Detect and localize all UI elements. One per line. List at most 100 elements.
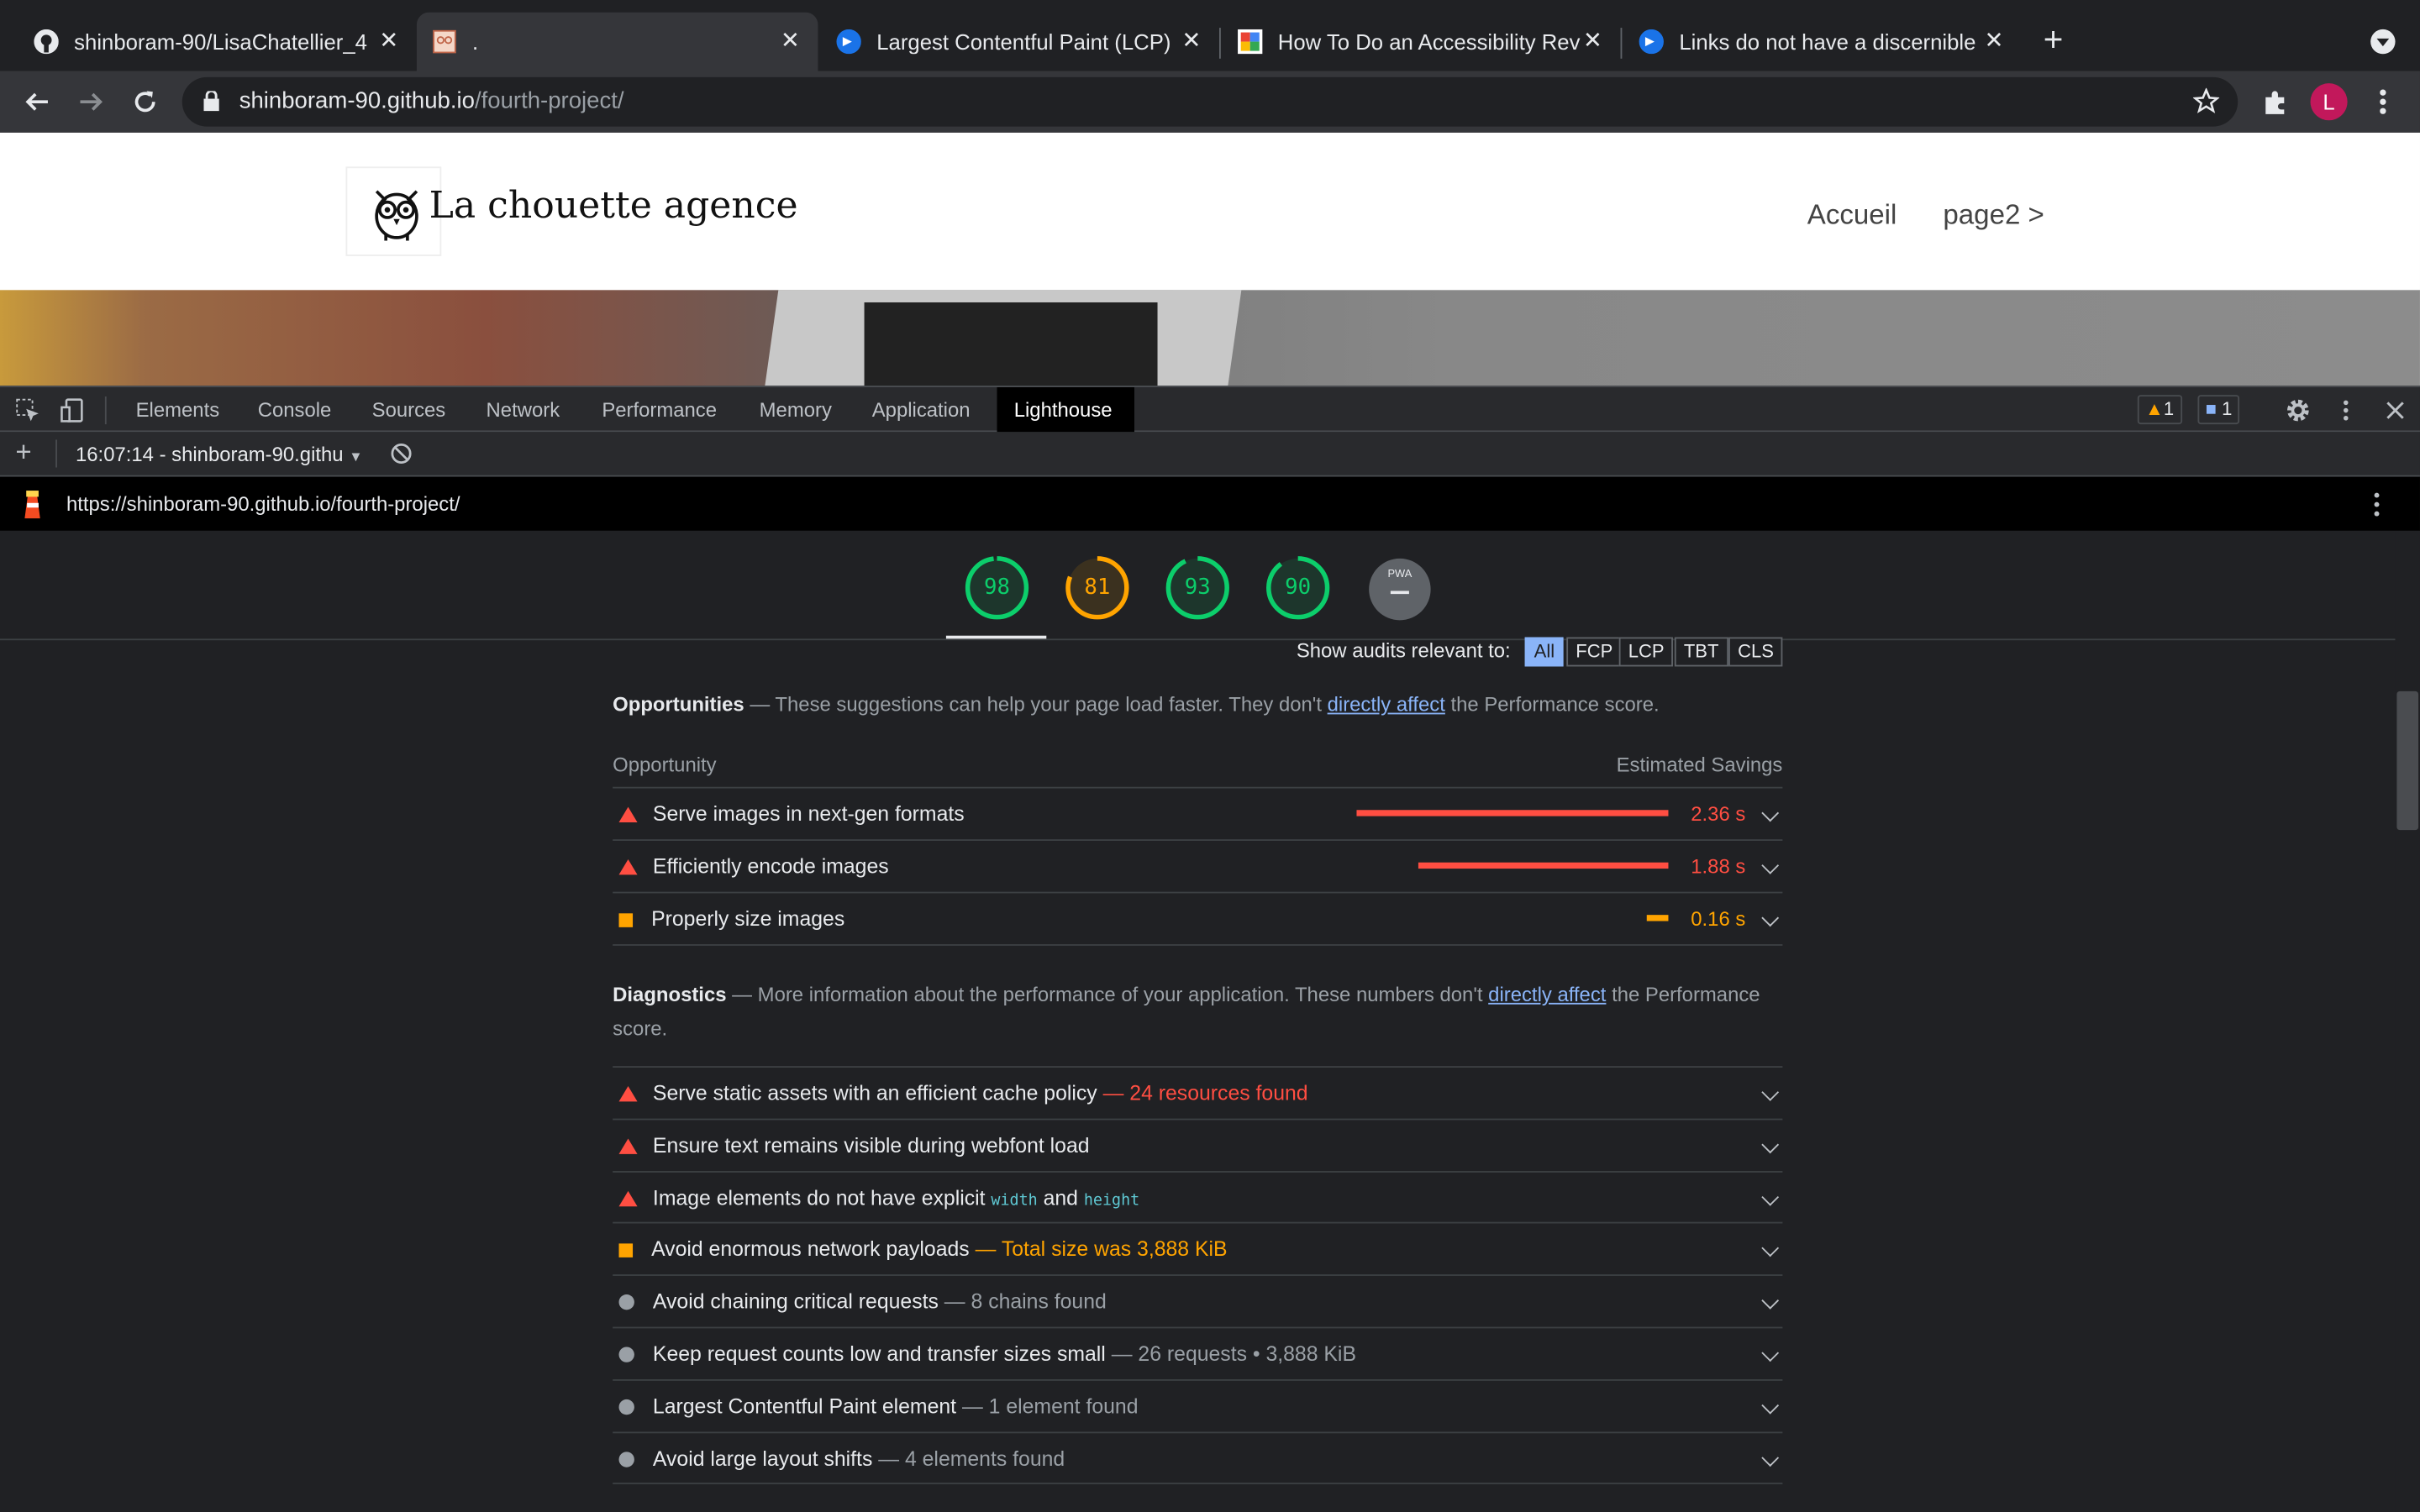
devtools-menu-icon[interactable] <box>2333 398 2358 423</box>
report-url[interactable]: https://shinboram-90.github.io/fourth-pr… <box>66 492 460 516</box>
savings-bar <box>1356 810 1669 816</box>
bookmark-star-icon[interactable] <box>2192 87 2220 122</box>
close-devtools-icon[interactable] <box>2383 398 2407 423</box>
browser-tab-accessibility[interactable]: How To Do an Accessibility Rev ✕ <box>1223 13 1621 71</box>
diagnostic-row[interactable]: Avoid enormous network payloads — Total … <box>613 1222 1783 1274</box>
chevron-down-icon[interactable] <box>1761 1448 1780 1467</box>
tab-search-icon[interactable] <box>2370 29 2396 55</box>
filter-all-button[interactable]: All <box>1524 637 1565 667</box>
score-value: 98 <box>984 575 1010 601</box>
diagnostic-row[interactable]: Image elements do not have explicit widt… <box>613 1170 1783 1222</box>
settings-gear-icon[interactable] <box>2286 398 2310 423</box>
filter-cls-button[interactable]: CLS <box>1728 637 1784 667</box>
forward-arrow-icon[interactable] <box>72 83 109 120</box>
chevron-down-icon[interactable] <box>1761 1136 1780 1153</box>
chrome-menu-icon[interactable] <box>2365 83 2402 120</box>
devtools-tab-lighthouse[interactable]: Lighthouse <box>997 387 1134 433</box>
chevron-down-icon[interactable] <box>1761 909 1780 927</box>
close-tab-icon[interactable]: ✕ <box>778 29 802 54</box>
devtools-tabbar: Elements Console Sources Network Perform… <box>0 386 2420 433</box>
nav-link-page2[interactable]: page2 > <box>1943 199 2044 232</box>
devtools-tab-elements[interactable]: Elements <box>122 387 234 432</box>
inspect-element-icon[interactable] <box>15 398 39 423</box>
pwa-badge[interactable]: PWA <box>1369 558 1431 621</box>
audit-status-icon <box>618 1399 634 1415</box>
score-gauge[interactable]: 90 <box>1265 555 1330 620</box>
score-gauge[interactable]: 81 <box>1065 555 1129 620</box>
audit-title-text: Avoid large layout shifts <box>652 1446 873 1470</box>
directly-affect-link[interactable]: directly affect <box>1488 983 1606 1006</box>
info-circle-icon <box>618 1399 634 1415</box>
back-arrow-icon[interactable] <box>18 83 55 120</box>
report-scrollbar-track[interactable] <box>2395 530 2420 1512</box>
devtools-tab-network[interactable]: Network <box>472 387 574 432</box>
chevron-down-icon[interactable] <box>1761 1344 1780 1362</box>
device-toolbar-icon[interactable] <box>60 398 85 423</box>
new-tab-button[interactable]: + <box>2044 23 2064 57</box>
close-tab-icon[interactable]: ✕ <box>1179 29 1203 54</box>
audit-detail: — 24 resources found <box>1097 1081 1308 1105</box>
diagnostic-row[interactable]: Avoid large layout shifts — 4 elements f… <box>613 1431 1783 1483</box>
browser-tab-links[interactable]: Links do not have a discernible ✕ <box>1623 13 2022 71</box>
reload-icon[interactable] <box>127 83 164 120</box>
audit-title: Largest Contentful Paint element — 1 ele… <box>653 1394 1139 1418</box>
warnings-badge[interactable]: ▲1 <box>2137 395 2182 425</box>
chevron-down-icon[interactable] <box>1761 1396 1780 1415</box>
browser-tab-github[interactable]: shinboram-90/LisaChatellier_4 ✕ <box>18 13 417 71</box>
close-tab-icon[interactable]: ✕ <box>376 29 401 54</box>
audit-detail-value: 26 requests • 3,888 KiB <box>1138 1341 1357 1366</box>
score-value: 81 <box>1084 575 1111 601</box>
report-selector-label: 16:07:14 - shinboram-90.githu <box>75 443 344 466</box>
lighthouse-report: 98 81 93 90 PWA Show audits relevant to: Al… <box>0 530 2396 1512</box>
messages-badge[interactable]: ■ 1 <box>2197 395 2240 425</box>
report-selector[interactable]: 16:07:14 - shinboram-90.githu ▼ <box>76 443 363 466</box>
opportunity-row[interactable]: Properly size images 0.16 s <box>613 891 1783 944</box>
report-menu-icon[interactable] <box>2374 492 2380 525</box>
extensions-puzzle-icon[interactable] <box>2256 83 2293 120</box>
browser-toolbar: shinboram-90.github.io/fourth-project/ L <box>0 71 2420 133</box>
site-logo-text[interactable]: La chouette agence <box>429 184 798 227</box>
audit-title-text: Largest Contentful Paint element <box>652 1394 957 1418</box>
chevron-down-icon[interactable] <box>1761 1292 1780 1310</box>
new-report-plus-icon[interactable]: + <box>15 438 31 466</box>
tab-title: . <box>472 29 479 55</box>
devtools-tab-sources[interactable]: Sources <box>358 387 460 432</box>
close-tab-icon[interactable]: ✕ <box>1581 29 1605 54</box>
lock-icon <box>203 89 219 118</box>
list-end-divider <box>613 1483 1783 1484</box>
nav-link-accueil[interactable]: Accueil <box>1807 199 1897 232</box>
chevron-down-icon[interactable] <box>1761 804 1780 822</box>
diagnostic-row[interactable]: Keep request counts low and transfer siz… <box>613 1326 1783 1379</box>
opportunity-row[interactable]: Serve images in next-gen formats 2.36 s <box>613 786 1783 839</box>
filter-fcp-button[interactable]: FCP <box>1566 637 1623 667</box>
chevron-down-icon[interactable] <box>1761 1083 1780 1101</box>
filter-lcp-button[interactable]: LCP <box>1618 637 1674 667</box>
close-tab-icon[interactable]: ✕ <box>1981 29 2006 54</box>
diagnostic-row[interactable]: Serve static assets with an efficient ca… <box>613 1066 1783 1118</box>
devtools-tab-performance[interactable]: Performance <box>588 387 731 432</box>
diagnostic-row[interactable]: Ensure text remains visible during webfo… <box>613 1118 1783 1170</box>
profile-avatar[interactable]: L <box>2310 83 2348 121</box>
report-scrollbar-thumb[interactable] <box>2396 690 2419 831</box>
score-gauge[interactable]: 98 <box>965 555 1029 620</box>
clear-all-icon[interactable] <box>391 443 413 472</box>
chevron-down-icon[interactable] <box>1761 1240 1780 1257</box>
score-gauge[interactable]: 93 <box>1165 555 1230 620</box>
diagnostic-row[interactable]: Avoid chaining critical requests — 8 cha… <box>613 1274 1783 1326</box>
chevron-down-icon[interactable] <box>1761 1188 1780 1205</box>
devtools-tab-memory[interactable]: Memory <box>745 387 845 432</box>
browser-tab-lcp[interactable]: Largest Contentful Paint (LCP) ✕ <box>821 13 1219 71</box>
col-estimated-savings: Estimated Savings <box>1616 753 1783 776</box>
owl-logo-icon[interactable] <box>371 185 423 244</box>
audit-title-text: and <box>1037 1185 1084 1210</box>
directly-affect-link[interactable]: directly affect <box>1328 693 1445 717</box>
diagnostic-row[interactable]: Largest Contentful Paint element — 1 ele… <box>613 1378 1783 1431</box>
devtools-tab-application[interactable]: Application <box>858 387 984 432</box>
devtools-tab-console[interactable]: Console <box>244 387 345 432</box>
address-bar[interactable]: shinboram-90.github.io/fourth-project/ <box>182 76 2238 127</box>
opportunities-desc: These suggestions can help your page loa… <box>775 692 1328 717</box>
opportunity-row[interactable]: Efficiently encode images 1.88 s <box>613 839 1783 891</box>
filter-tbt-button[interactable]: TBT <box>1674 637 1728 667</box>
browser-tab-active[interactable]: . ✕ <box>416 12 818 71</box>
chevron-down-icon[interactable] <box>1761 856 1780 874</box>
